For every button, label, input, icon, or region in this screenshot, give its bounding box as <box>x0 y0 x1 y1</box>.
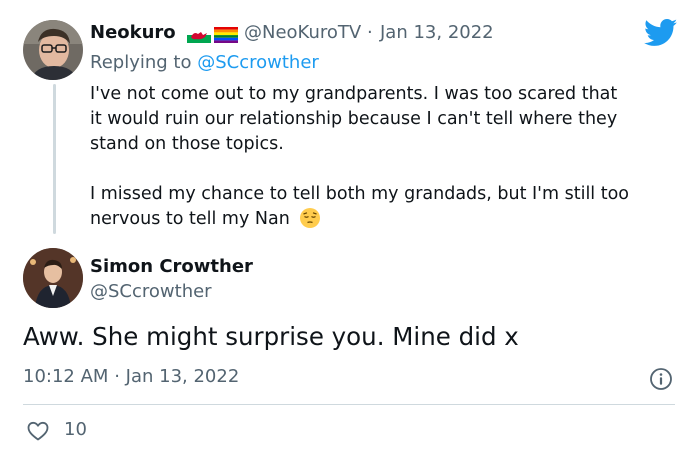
replying-to-label: Replying to <box>90 52 192 73</box>
tweet-date: Jan 13, 2022 <box>125 366 240 387</box>
parent-author-name[interactable]: Neokuro <box>90 22 176 43</box>
tweet-timestamp[interactable]: 10:12 AM · Jan 13, 2022 <box>23 366 239 387</box>
parent-text-line: nervous to tell my Nan <box>90 207 629 232</box>
main-author-name[interactable]: Simon Crowther <box>90 256 253 277</box>
tweet-separator: · <box>114 366 120 387</box>
twitter-bird-icon[interactable] <box>644 19 678 47</box>
parent-text-line: stand on those topics. <box>90 134 284 154</box>
heart-icon[interactable] <box>26 419 50 443</box>
info-icon[interactable] <box>649 367 673 391</box>
tweet-card: Neokuro @NeoKuroTV · Jan 13, 2022 Replyi… <box>0 0 700 457</box>
tweet-time: 10:12 AM <box>23 366 109 387</box>
parent-tweet-text: I've not come out to my grandparents. I … <box>90 82 617 157</box>
pensive-face-icon <box>300 208 321 228</box>
parent-date[interactable]: Jan 13, 2022 <box>380 22 494 43</box>
neokuro-avatar[interactable] <box>23 20 83 80</box>
main-tweet-text: Aww. She might surprise you. Mine did x <box>23 322 519 351</box>
replying-to-handle-link[interactable]: @SCcrowther <box>197 52 319 73</box>
simon-crowther-avatar[interactable] <box>23 248 83 308</box>
replying-to: Replying to @SCcrowther <box>90 52 319 73</box>
parent-handle[interactable]: @NeoKuroTV <box>244 22 361 43</box>
parent-text-line: I missed my chance to tell both my grand… <box>90 184 630 204</box>
welsh-flag-icon <box>187 27 211 43</box>
parent-text-line: it would ruin our relationship because I… <box>90 109 618 129</box>
like-count[interactable]: 10 <box>64 419 87 440</box>
divider <box>23 404 675 405</box>
parent-text-line: I've not come out to my grandparents. I … <box>90 84 618 104</box>
main-handle[interactable]: @SCcrowther <box>90 281 212 302</box>
thread-connector-line <box>53 84 56 234</box>
rainbow-flag-icon <box>214 27 238 43</box>
parent-tweet-text-2: I missed my chance to tell both my grand… <box>90 182 629 232</box>
parent-separator: · <box>367 22 373 43</box>
